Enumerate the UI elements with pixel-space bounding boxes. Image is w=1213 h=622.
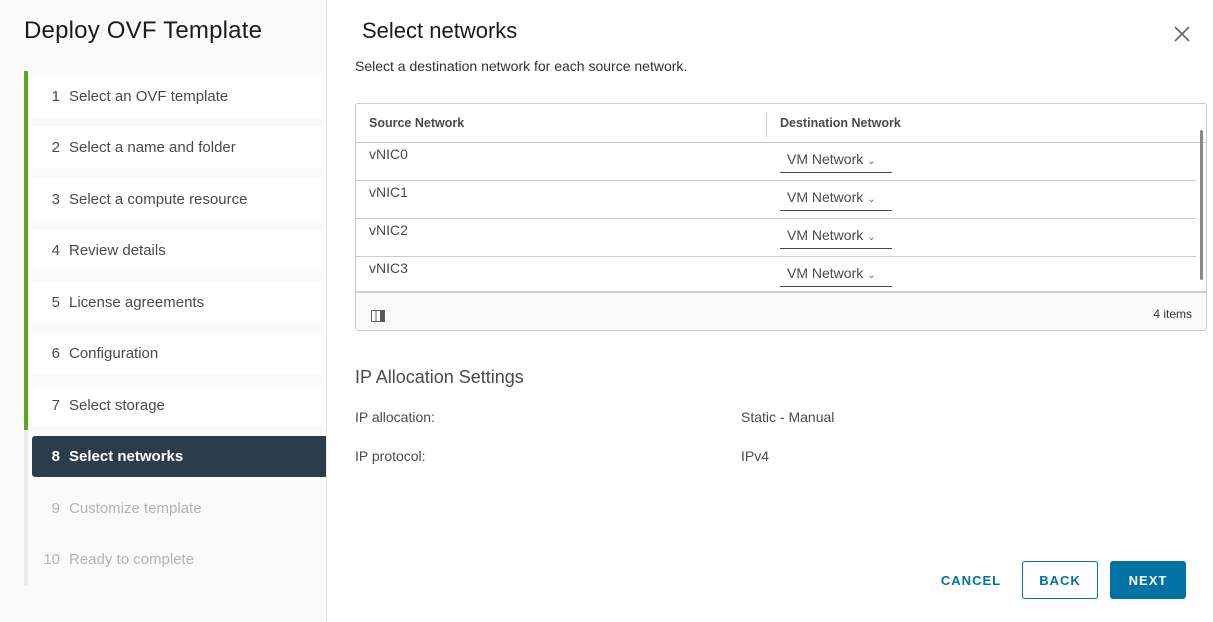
step-2[interactable]: 2 Select a name and folder <box>32 127 326 168</box>
chevron-down-icon: ⌄ <box>867 270 876 281</box>
grid-footer: 4 items <box>356 291 1206 330</box>
column-separator[interactable] <box>766 113 767 137</box>
ip-allocation-value: Static - Manual <box>741 409 835 425</box>
step-7[interactable]: 7 Select storage <box>32 385 326 426</box>
step-6[interactable]: 6 Configuration <box>32 333 326 374</box>
step-3[interactable]: 3 Select a compute resource <box>32 179 326 220</box>
ip-allocation-label: IP allocation: <box>355 409 435 425</box>
deploy-ovf-dialog: Deploy OVF Template 1 Select an OVF temp… <box>0 0 1213 622</box>
page-subtitle: Select a destination network for each so… <box>355 58 688 74</box>
column-header-source[interactable]: Source Network <box>369 116 464 130</box>
step-label: Select networks <box>69 448 184 465</box>
select-value: VM Network <box>787 151 864 167</box>
step-number: 6 <box>51 345 60 362</box>
step-number: 5 <box>51 294 60 311</box>
select-value: VM Network <box>787 265 864 281</box>
step-label: Select storage <box>69 397 165 414</box>
back-button[interactable]: BACK <box>1022 561 1098 599</box>
source-network-cell: vNIC1 <box>369 184 408 200</box>
step-label: Select an OVF template <box>69 88 229 105</box>
step-5[interactable]: 5 License agreements <box>32 282 326 323</box>
chevron-down-icon: ⌄ <box>867 232 876 243</box>
table-row: vNIC3 VM Network ⌄ <box>356 257 1196 295</box>
destination-network-select[interactable]: VM Network ⌄ <box>780 223 892 249</box>
column-header-destination[interactable]: Destination Network <box>780 116 901 130</box>
ip-allocation-heading: IP Allocation Settings <box>355 367 524 387</box>
step-9: 9 Customize template <box>32 488 326 529</box>
step-progress-complete <box>24 71 28 430</box>
step-number: 2 <box>51 139 60 156</box>
table-row: vNIC0 VM Network ⌄ <box>356 143 1196 181</box>
step-label: Select a compute resource <box>69 191 248 208</box>
select-value: VM Network <box>787 227 864 243</box>
step-label: Select a name and folder <box>69 139 236 156</box>
step-number: 1 <box>51 88 60 105</box>
grid-header: Source Network Destination Network <box>356 104 1206 143</box>
step-label: Customize template <box>69 500 202 517</box>
cancel-button[interactable]: CANCEL <box>931 561 1011 599</box>
wizard-sidebar: Deploy OVF Template 1 Select an OVF temp… <box>0 0 327 622</box>
table-row: vNIC1 VM Network ⌄ <box>356 181 1196 219</box>
close-icon <box>1174 26 1190 42</box>
step-10: 10 Ready to complete <box>32 539 326 580</box>
ip-protocol-label: IP protocol: <box>355 448 426 464</box>
step-number: 3 <box>51 191 60 208</box>
next-button[interactable]: NEXT <box>1110 561 1186 599</box>
wizard-title: Deploy OVF Template <box>24 17 263 44</box>
ip-protocol-value: IPv4 <box>741 448 770 464</box>
select-value: VM Network <box>787 189 864 205</box>
chevron-down-icon: ⌄ <box>867 156 876 167</box>
step-number: 9 <box>51 500 60 517</box>
step-1[interactable]: 1 Select an OVF template <box>32 76 326 117</box>
step-4[interactable]: 4 Review details <box>32 230 326 271</box>
network-mapping-grid: Source Network Destination Network vNIC0… <box>355 103 1207 331</box>
source-network-cell: vNIC2 <box>369 222 408 238</box>
column-toggle-button[interactable] <box>371 309 385 322</box>
destination-network-select[interactable]: VM Network ⌄ <box>780 147 892 173</box>
wizard-content: Select networks Select a destination net… <box>327 0 1213 622</box>
step-number: 4 <box>51 242 60 259</box>
step-label: Ready to complete <box>69 551 195 568</box>
column-toggle-icon <box>371 310 385 322</box>
source-network-cell: vNIC0 <box>369 146 408 162</box>
step-label: License agreements <box>69 294 205 311</box>
source-network-cell: vNIC3 <box>369 260 408 276</box>
grid-scrollbar[interactable] <box>1200 130 1203 280</box>
table-row: vNIC2 VM Network ⌄ <box>356 219 1196 257</box>
step-number: 10 <box>43 551 60 568</box>
destination-network-select[interactable]: VM Network ⌄ <box>780 261 892 287</box>
step-number: 7 <box>51 397 60 414</box>
page-title: Select networks <box>362 18 518 43</box>
step-number: 8 <box>51 448 60 465</box>
items-count: 4 items <box>1153 307 1192 321</box>
chevron-down-icon: ⌄ <box>867 194 876 205</box>
step-label: Review details <box>69 242 166 259</box>
grid-body: vNIC0 VM Network ⌄ vNIC1 VM Network ⌄ vNIC… <box>356 143 1206 295</box>
step-label: Configuration <box>69 345 159 362</box>
step-8[interactable]: 8 Select networks <box>32 436 326 477</box>
destination-network-select[interactable]: VM Network ⌄ <box>780 185 892 211</box>
close-button[interactable] <box>1170 22 1194 46</box>
